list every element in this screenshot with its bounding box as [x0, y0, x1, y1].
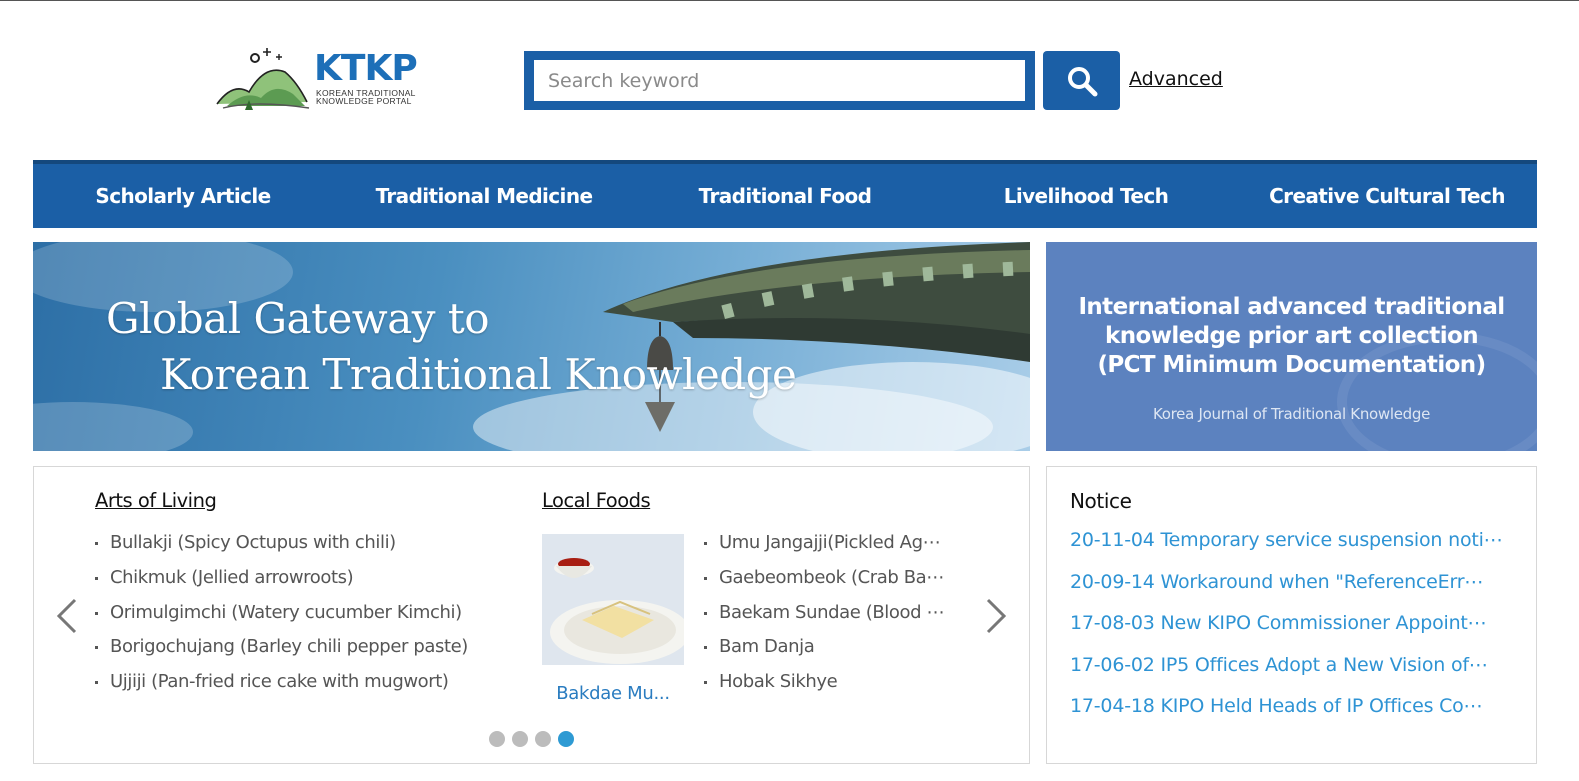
- list-item[interactable]: Baekam Sundae (Blood ⋯: [704, 596, 956, 631]
- list-item[interactable]: Umu Jangajji(Pickled Ag⋯: [704, 526, 956, 561]
- carousel-dot-3[interactable]: [535, 731, 551, 747]
- logo-subtitle: KOREAN TRADITIONAL KNOWLEDGE PORTAL: [316, 89, 416, 106]
- pct-banner-title-line2: knowledge prior art collection: [1105, 323, 1479, 349]
- ktkp-logo[interactable]: KTKP KOREAN TRADITIONAL KNOWLEDGE PORTAL: [215, 42, 430, 114]
- carousel-prev-button[interactable]: [56, 598, 78, 639]
- list-item[interactable]: Chikmuk (Jellied arrowroots): [95, 561, 495, 596]
- nav-item-livelihood-tech[interactable]: Livelihood Tech: [1004, 164, 1169, 228]
- nav-item-traditional-food[interactable]: Traditional Food: [699, 164, 872, 228]
- notice-item[interactable]: 17-06-02 IP5 Offices Adopt a New Vision …: [1070, 645, 1515, 687]
- pct-banner-title: International advanced traditional knowl…: [1046, 293, 1537, 380]
- pct-banner-title-line3: (PCT Minimum Documentation): [1097, 352, 1486, 378]
- chevron-right-icon: [986, 598, 1007, 634]
- notice-item[interactable]: 17-04-18 KIPO Held Heads of IP Offices C…: [1070, 686, 1515, 728]
- notice-item[interactable]: 20-09-14 Workaround when "ReferenceErr⋯: [1070, 562, 1515, 604]
- search-box: [524, 51, 1035, 110]
- mountain-logo-icon: [216, 48, 310, 110]
- search-icon: [1067, 66, 1097, 96]
- hero-banner[interactable]: Global Gateway to Korean Traditional Kno…: [33, 242, 1030, 451]
- notice-list: 20-11-04 Temporary service suspension no…: [1070, 520, 1515, 728]
- notice-title: Notice: [1070, 489, 1132, 513]
- top-border: [0, 0, 1579, 1]
- local-foods-title[interactable]: Local Foods: [542, 489, 651, 512]
- arts-of-living-list: Bullakji (Spicy Octupus with chili) Chik…: [95, 526, 495, 700]
- logo-title: KTKP: [314, 48, 418, 89]
- pct-banner-title-line1: International advanced traditional: [1078, 294, 1505, 320]
- list-item[interactable]: Bullakji (Spicy Octupus with chili): [95, 526, 495, 561]
- dessert-plate-image: [542, 534, 684, 665]
- banner-headline-line1: Global Gateway to: [106, 294, 490, 343]
- featured-content-carousel: Arts of Living Bullakji (Spicy Octupus w…: [33, 466, 1030, 764]
- list-item[interactable]: Gaebeombeok (Crab Ba⋯: [704, 561, 956, 596]
- notice-item[interactable]: 17-08-03 New KIPO Commissioner Appoint⋯: [1070, 603, 1515, 645]
- notice-item[interactable]: 20-11-04 Temporary service suspension no…: [1070, 520, 1515, 562]
- notice-panel: Notice 20-11-04 Temporary service suspen…: [1046, 466, 1537, 764]
- hanok-roof-image: [33, 242, 1030, 451]
- featured-food-caption[interactable]: Bakdae Mu...: [542, 683, 684, 704]
- local-foods-list: Umu Jangajji(Pickled Ag⋯ Gaebeombeok (Cr…: [704, 526, 956, 700]
- banner-headline-line2: Korean Traditional Knowledge: [160, 350, 797, 399]
- carousel-dot-4[interactable]: [558, 731, 574, 747]
- pct-banner-subtitle: Korea Journal of Traditional Knowledge: [1152, 405, 1431, 423]
- list-item[interactable]: Hobak Sikhye: [704, 665, 956, 700]
- list-item[interactable]: Orimulgimchi (Watery cucumber Kimchi): [95, 596, 495, 631]
- carousel-dot-2[interactable]: [512, 731, 528, 747]
- logo-subtitle-line2: KNOWLEDGE PORTAL: [316, 96, 412, 106]
- carousel-dot-1[interactable]: [489, 731, 505, 747]
- search-input[interactable]: [534, 60, 1025, 101]
- list-item[interactable]: Ujjiji (Pan-fried rice cake with mugwort…: [95, 665, 495, 700]
- carousel-next-button[interactable]: [985, 598, 1007, 639]
- nav-item-scholarly-article[interactable]: Scholarly Article: [95, 164, 271, 228]
- chevron-left-icon: [56, 598, 77, 634]
- search-button[interactable]: [1043, 51, 1120, 110]
- arts-of-living-title[interactable]: Arts of Living: [95, 489, 217, 512]
- pct-documentation-banner[interactable]: International advanced traditional knowl…: [1046, 242, 1537, 451]
- list-item[interactable]: Bam Danja: [704, 630, 956, 665]
- advanced-search-link[interactable]: Advanced: [1129, 68, 1223, 90]
- featured-food-image[interactable]: [542, 534, 684, 665]
- carousel-pagination: [489, 731, 574, 747]
- nav-item-creative-cultural-tech[interactable]: Creative Cultural Tech: [1269, 164, 1505, 228]
- main-nav: Scholarly Article Traditional Medicine T…: [33, 160, 1537, 228]
- list-item[interactable]: Borigochujang (Barley chili pepper paste…: [95, 630, 495, 665]
- nav-item-traditional-medicine[interactable]: Traditional Medicine: [376, 164, 593, 228]
